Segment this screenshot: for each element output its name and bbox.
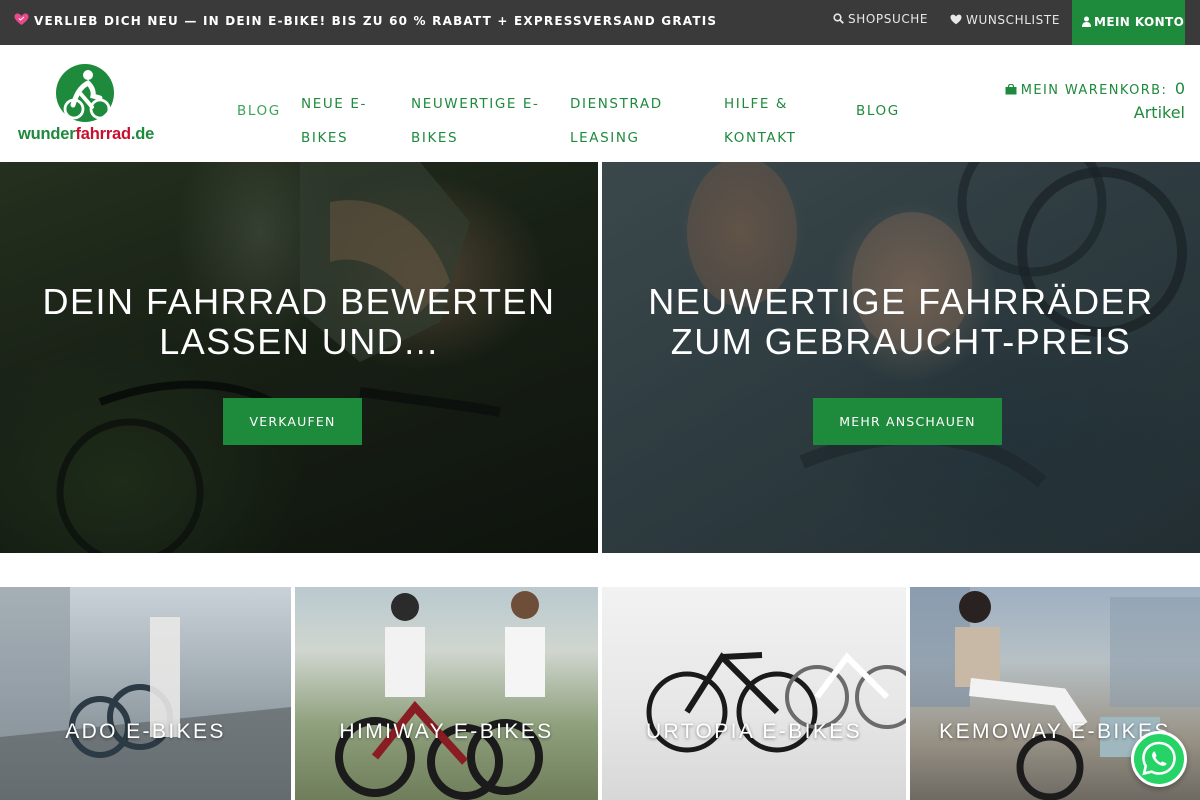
cart-link[interactable]: MEIN WARENKORB: 0 Artikel	[1005, 79, 1185, 122]
category-label-himiway: HIMIWAY E-BIKES	[339, 720, 554, 743]
urtopia-ebike-image	[646, 652, 906, 753]
logo-text-part: wunder	[18, 125, 76, 143]
category-label-urtopia: URTOPIA E-BIKES	[645, 720, 863, 743]
nav-item-bike-leasing[interactable]: DIENSTRAD LEASING	[570, 87, 680, 155]
nav-item-new-ebikes[interactable]: NEUE E-BIKES	[301, 87, 381, 155]
top-bar: VERLIEB DICH NEU — IN DEIN E-BIKE! BIS Z…	[0, 0, 1200, 45]
user-icon	[1082, 16, 1091, 27]
logo-text-part: fahrrad	[75, 125, 131, 143]
category-label-ado: ADO E-BIKES	[65, 720, 226, 743]
cart-label: MEIN WARENKORB:	[1020, 83, 1168, 98]
category-tile-himiway[interactable]: HIMIWAY E-BIKES	[295, 587, 598, 800]
cyclist-logo-icon	[56, 64, 114, 122]
whatsapp-icon	[1142, 741, 1176, 776]
hero-title-used-bikes: NEUWERTIGE FAHRRÄDER ZUM GEBRAUCHT-PREIS	[648, 281, 1154, 362]
my-account-label: MEIN KONTO	[1094, 15, 1185, 29]
nav-item-blog-2[interactable]: BLOG	[856, 94, 900, 128]
whatsapp-button[interactable]	[1131, 731, 1187, 787]
shopping-bag-icon	[1005, 83, 1017, 95]
logo-text-part: .de	[130, 125, 155, 143]
cart-summary: MEIN WARENKORB: 0	[1005, 79, 1185, 98]
logo-wordmark: wunderfahrrad.de	[18, 125, 154, 144]
wishlist-link[interactable]: WUNSCHLISTE	[950, 13, 1060, 27]
sell-button[interactable]: VERKAUFEN	[223, 398, 362, 445]
hero-banner-used-bikes[interactable]: NEUWERTIGE FAHRRÄDER ZUM GEBRAUCHT-PREIS…	[602, 162, 1200, 553]
heart-icon	[950, 14, 962, 25]
logo[interactable]: wunderfahrrad.de	[18, 63, 154, 148]
shop-search-link[interactable]: SHOPSUCHE	[833, 12, 928, 26]
hero-banner-sell[interactable]: DEIN FAHRRAD BEWERTEN LASSEN UND... VERK…	[0, 162, 598, 553]
my-account-button[interactable]: MEIN KONTO	[1072, 0, 1185, 45]
cart-count: 0	[1174, 79, 1185, 98]
nav-item-used-ebikes[interactable]: NEUWERTIGE E-BIKES	[411, 87, 551, 155]
shop-search-label: SHOPSUCHE	[848, 12, 929, 26]
ado-ebike-image	[0, 587, 291, 800]
hero-title-sell: DEIN FAHRRAD BEWERTEN LASSEN UND...	[42, 281, 556, 362]
category-tile-urtopia[interactable]: URTOPIA E-BIKES	[602, 587, 906, 800]
himiway-ebike-image	[335, 591, 545, 800]
site-header: wunderfahrrad.de BLOG NEUE E-BIKES NEUWE…	[0, 45, 1200, 162]
nav-item-help-contact[interactable]: HILFE & KONTAKT	[724, 87, 824, 155]
cart-unit: Artikel	[1133, 103, 1185, 122]
hearts-icon	[14, 13, 29, 25]
search-icon	[833, 13, 844, 24]
nav-item-blog[interactable]: BLOG	[237, 94, 281, 128]
promo-banner: VERLIEB DICH NEU — IN DEIN E-BIKE! BIS Z…	[14, 13, 717, 28]
view-more-button[interactable]: MEHR ANSCHAUEN	[813, 398, 1002, 445]
promo-text: VERLIEB DICH NEU — IN DEIN E-BIKE! BIS Z…	[34, 14, 718, 28]
wishlist-label: WUNSCHLISTE	[966, 13, 1060, 27]
category-tile-ado[interactable]: ADO E-BIKES	[0, 587, 291, 800]
